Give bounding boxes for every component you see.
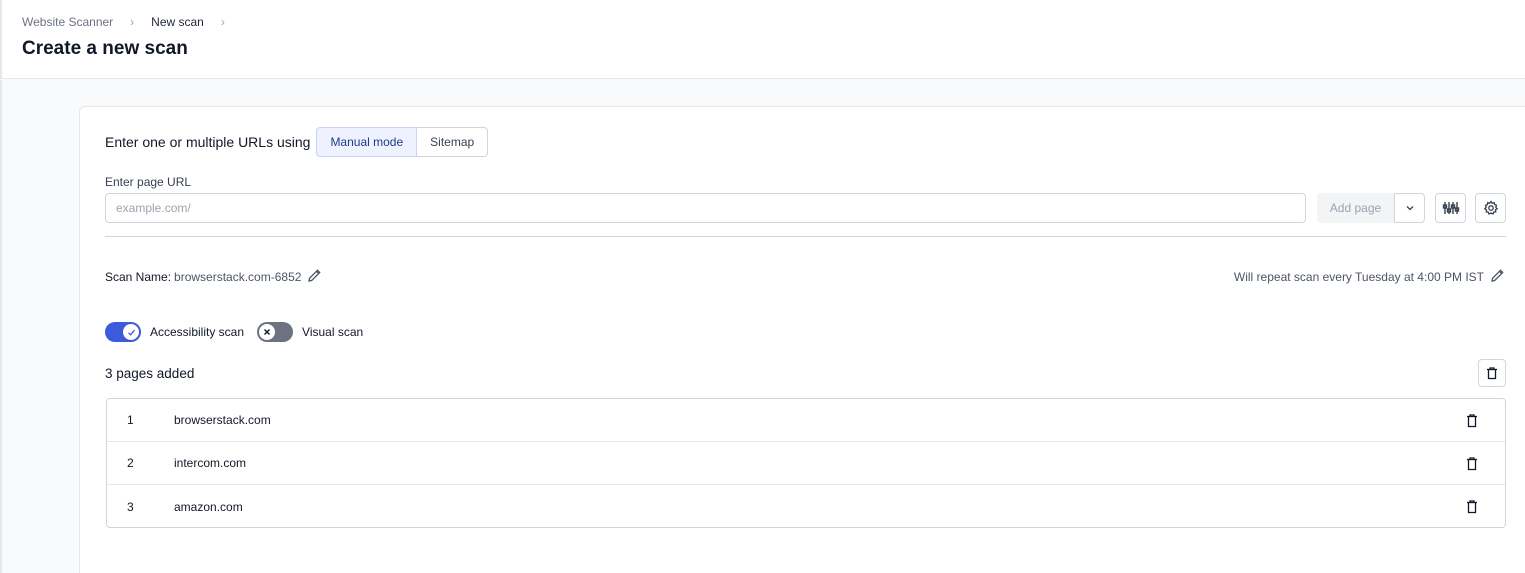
filters-button[interactable]	[1435, 193, 1466, 223]
chevron-right-icon: ›	[130, 15, 135, 29]
delete-page-button[interactable]	[1465, 413, 1479, 431]
scan-name-value: browserstack.com-6852	[174, 270, 302, 284]
edit-scan-name-button[interactable]	[307, 268, 322, 286]
check-icon	[127, 329, 135, 336]
repeat-schedule-text: Will repeat scan every Tuesday at 4:00 P…	[1233, 270, 1484, 284]
delete-all-pages-button[interactable]	[1478, 359, 1506, 387]
scan-form-card: Enter one or multiple URLs using Manual …	[79, 106, 1525, 573]
row-index: 2	[127, 456, 134, 470]
left-strip	[0, 80, 2, 573]
row-url: intercom.com	[174, 456, 247, 470]
delete-page-button[interactable]	[1465, 499, 1479, 517]
visual-scan-toggle[interactable]	[257, 322, 294, 342]
visual-scan-label: Visual scan	[302, 325, 364, 339]
mode-row: Enter one or multiple URLs using Manual …	[105, 127, 489, 157]
trash-icon	[1467, 457, 1477, 471]
table-row: 1 browserstack.com	[107, 399, 1505, 442]
add-page-dropdown-button[interactable]	[1394, 193, 1425, 223]
trash-icon	[1487, 367, 1497, 380]
pages-count: 3 pages added	[105, 366, 195, 381]
pencil-icon	[308, 269, 322, 282]
trash-icon	[1467, 500, 1477, 514]
pages-table: 1 browserstack.com 2 intercom.com 3 amaz…	[106, 398, 1506, 528]
x-icon	[264, 329, 271, 335]
mode-prompt: Enter one or multiple URLs using	[105, 134, 311, 150]
table-row: 3 amazon.com	[107, 485, 1505, 528]
url-input[interactable]	[105, 193, 1306, 223]
scan-type-toggles: Accessibility scan Visual scan	[105, 322, 376, 342]
pencil-icon	[1491, 269, 1504, 282]
divider	[105, 236, 1506, 237]
delete-page-button[interactable]	[1465, 456, 1479, 474]
toggle-knob	[259, 324, 276, 340]
accessibility-scan-label: Accessibility scan	[150, 325, 245, 339]
trash-icon	[1467, 414, 1477, 428]
repeat-schedule: Will repeat scan every Tuesday at 4:00 P…	[1234, 268, 1505, 286]
table-row: 2 intercom.com	[107, 442, 1505, 485]
chevron-right-icon: ›	[220, 15, 225, 29]
page-header: Website Scanner › New scan › Create a ne…	[0, 0, 1525, 79]
chevron-down-icon	[1406, 206, 1413, 211]
row-index: 1	[127, 413, 134, 427]
add-page-button[interactable]: Add page	[1317, 193, 1394, 223]
row-url: browserstack.com	[174, 413, 271, 427]
page-title: Create a new scan	[22, 38, 188, 59]
url-field-label: Enter page URL	[105, 175, 192, 189]
sliders-icon	[1442, 202, 1459, 214]
scan-name-label: Scan Name:	[105, 270, 172, 284]
accessibility-scan-toggle[interactable]	[105, 322, 141, 342]
breadcrumb-new-scan: New scan	[151, 15, 204, 29]
settings-button[interactable]	[1475, 193, 1506, 223]
mode-toggle: Manual mode Sitemap	[316, 127, 489, 157]
sitemap-button[interactable]: Sitemap	[417, 127, 489, 157]
edit-schedule-button[interactable]	[1490, 268, 1505, 286]
toggle-knob	[123, 324, 139, 340]
row-url: amazon.com	[174, 499, 243, 514]
gear-icon	[1483, 200, 1498, 215]
row-index: 3	[127, 499, 134, 514]
manual-mode-button[interactable]: Manual mode	[316, 127, 418, 157]
scan-name: Scan Name: browserstack.com-6852	[105, 268, 322, 286]
breadcrumb-website-scanner[interactable]: Website Scanner	[22, 15, 113, 29]
breadcrumb: Website Scanner › New scan ›	[22, 15, 242, 29]
